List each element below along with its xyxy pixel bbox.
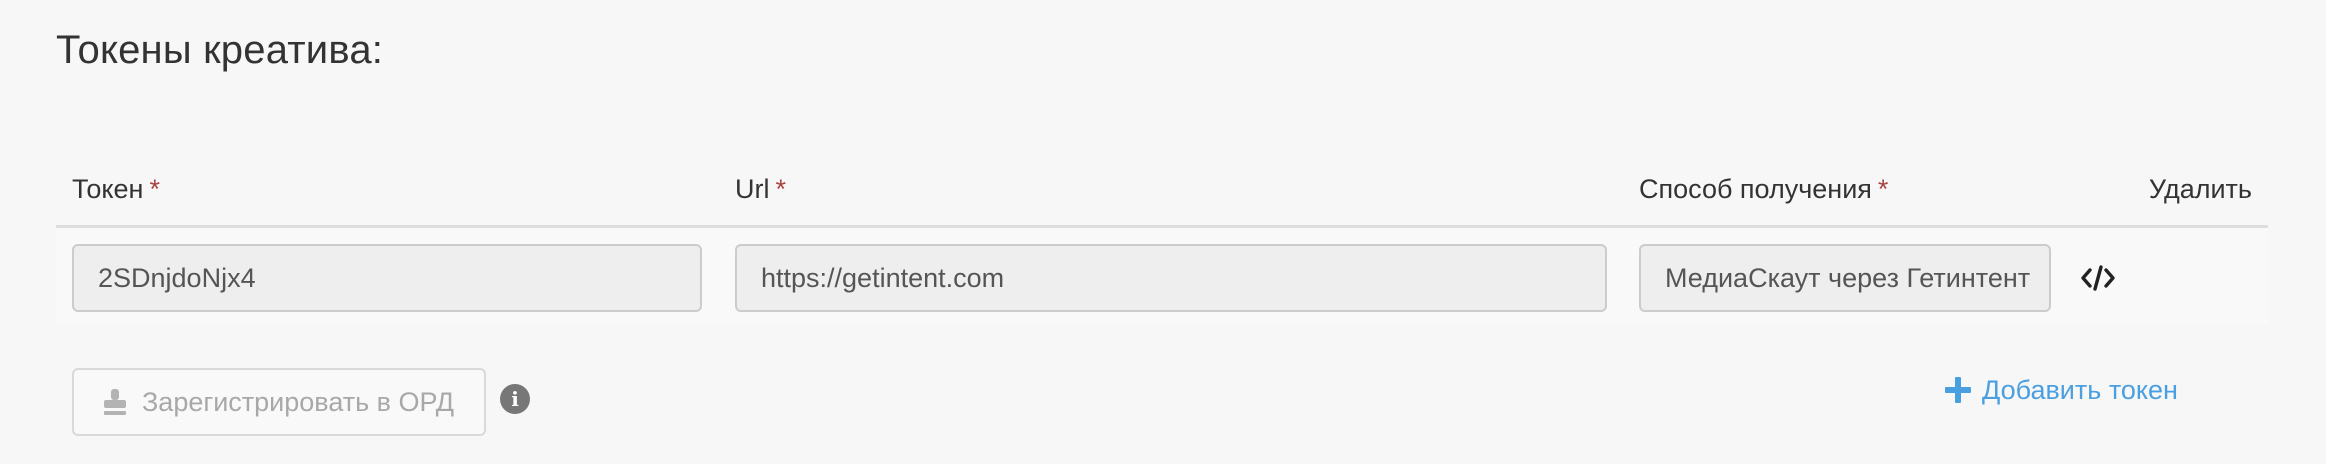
header-delete: Удалить xyxy=(2148,174,2252,204)
creative-tokens-page: Токены креатива: Токен * Url * Способ полу… xyxy=(0,0,2326,464)
header-method: Способ получения * xyxy=(1639,174,1888,205)
code-icon[interactable] xyxy=(2078,260,2118,296)
header-url: Url * xyxy=(735,174,786,205)
token-field[interactable]: 2SDnjdoNjx4 xyxy=(72,244,702,312)
info-icon[interactable]: i xyxy=(500,384,530,414)
required-mark: * xyxy=(149,174,160,204)
required-mark: * xyxy=(1877,174,1889,204)
table-row: 2SDnjdoNjx4 https://getintent.com МедиаС… xyxy=(56,228,2268,324)
url-field[interactable]: https://getintent.com xyxy=(735,244,1607,312)
plus-icon xyxy=(1944,376,1972,404)
tokens-table-header: Токен * Url * Способ получения * Удалить xyxy=(56,150,2268,228)
add-token-button[interactable]: Добавить токен xyxy=(1944,368,2178,412)
method-select[interactable]: МедиаСкаут через Гетинтент xyxy=(1639,244,2051,312)
register-ord-button[interactable]: Зарегистрировать в ОРД xyxy=(72,368,486,436)
stamp-icon xyxy=(100,387,130,417)
required-mark: * xyxy=(775,174,787,204)
header-token-label: Токен xyxy=(72,174,144,204)
register-ord-label: Зарегистрировать в ОРД xyxy=(142,386,455,417)
header-token: Токен * xyxy=(72,174,160,205)
section-title: Токены креатива: xyxy=(56,28,384,72)
add-token-label: Добавить токен xyxy=(1982,374,2178,405)
header-url-label: Url xyxy=(735,174,770,204)
header-method-label: Способ получения xyxy=(1639,174,1872,204)
